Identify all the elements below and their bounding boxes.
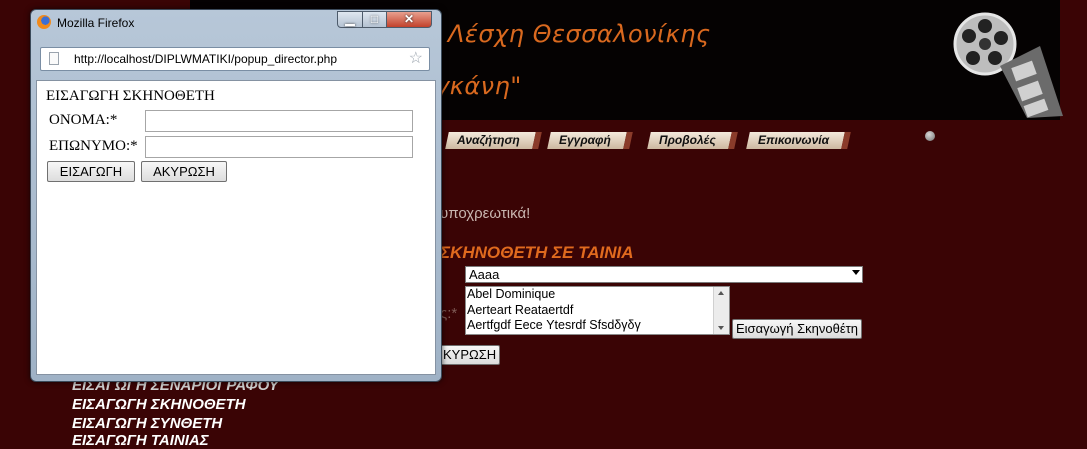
section-heading: ΣΚΗΝΟΘΕΤΗ ΣΕ ΤΑΙΝΙΑ bbox=[440, 243, 634, 262]
form-title: ΕΙΣΑΓΩΓΗ ΣΚΗΝΟΘΕΤΗ bbox=[46, 88, 215, 104]
director-listbox[interactable]: Abel Dominique Aerteart Reataertdf Aertf… bbox=[465, 286, 730, 335]
minimize-icon: ▁ bbox=[345, 12, 355, 26]
maximize-button[interactable]: □ bbox=[362, 11, 387, 28]
required-notice: υποχρεωτικά! bbox=[440, 205, 531, 222]
list-item[interactable]: Aerteart Reataertdf bbox=[466, 303, 729, 319]
scroll-down-icon[interactable] bbox=[718, 326, 724, 330]
side-link-director[interactable]: ΕΙΣΑΓΩΓΗ ΣΚΗΝΟΘΕΤΗ bbox=[72, 396, 246, 413]
side-link-film[interactable]: ΕΙΣΑΓΩΓΗ ΤΑΙΝΙΑΣ bbox=[72, 432, 209, 449]
nav-search[interactable]: Αναζήτηση bbox=[445, 132, 542, 149]
first-name-field[interactable] bbox=[145, 110, 413, 132]
nav-contact[interactable]: Επικοινωνία bbox=[746, 132, 851, 149]
close-icon: ✕ bbox=[403, 12, 415, 26]
director-label: ς:* bbox=[440, 305, 458, 322]
side-link-composer[interactable]: ΕΙΣΑΓΩΓΗ ΣΥΝΘΕΤΗ bbox=[72, 415, 222, 432]
minimize-button[interactable]: ▁ bbox=[337, 11, 363, 28]
maximize-icon: □ bbox=[370, 12, 379, 26]
list-item[interactable]: Abel Dominique bbox=[466, 287, 729, 303]
cancel-button[interactable]: ΚΥΡΩΣΗ bbox=[436, 345, 501, 365]
film-reel-icon bbox=[953, 12, 1063, 118]
firefox-icon bbox=[37, 15, 51, 29]
submit-button[interactable]: ΕΙΣΑΓΩΓΗ bbox=[47, 161, 135, 182]
chevron-down-icon bbox=[852, 270, 860, 275]
first-name-label: ΟΝΟΜΑ:* bbox=[49, 112, 118, 128]
banner-title-line1: Λέσχη Θεσσαλονίκης bbox=[448, 20, 711, 48]
last-name-label: ΕΠΩΝΥΜΟ:* bbox=[49, 138, 138, 154]
status-dot-icon bbox=[925, 131, 935, 141]
address-bar[interactable]: http://localhost/DIPLWMATIKI/popup_direc… bbox=[40, 47, 430, 71]
nav-screenings[interactable]: Προβολές bbox=[647, 132, 738, 149]
listbox-scrollbar[interactable] bbox=[713, 287, 729, 334]
popup-content: ΕΙΣΑΓΩΓΗ ΣΚΗΝΟΘΕΤΗ ΟΝΟΜΑ:* ΕΠΩΝΥΜΟ:* ΕΙΣ… bbox=[36, 80, 436, 375]
close-button[interactable]: ✕ bbox=[386, 11, 432, 28]
film-select-value: Aaaa bbox=[469, 267, 500, 282]
window-title: Mozilla Firefox bbox=[57, 16, 135, 30]
insert-director-button[interactable]: Εισαγωγή Σκηνοθέτη bbox=[732, 319, 862, 339]
cancel-button[interactable]: ΑΚΥΡΩΣΗ bbox=[141, 161, 227, 182]
bookmark-star-icon[interactable]: ☆ bbox=[409, 49, 423, 69]
banner-title-line2: γκάνη" bbox=[435, 72, 522, 100]
page-icon bbox=[49, 52, 59, 65]
last-name-field[interactable] bbox=[145, 136, 413, 158]
nav-register[interactable]: Εγγραφή bbox=[547, 132, 633, 149]
url-text[interactable]: http://localhost/DIPLWMATIKI/popup_direc… bbox=[74, 52, 337, 66]
scroll-up-icon[interactable] bbox=[718, 291, 724, 295]
list-item[interactable]: Aertfgdf Eecе Ytesrdf Sfsdδγδγ bbox=[466, 318, 729, 334]
film-select[interactable]: Aaaa bbox=[465, 266, 863, 283]
popup-window: Mozilla Firefox ▁ □ ✕ http://localhost/D… bbox=[30, 9, 442, 382]
